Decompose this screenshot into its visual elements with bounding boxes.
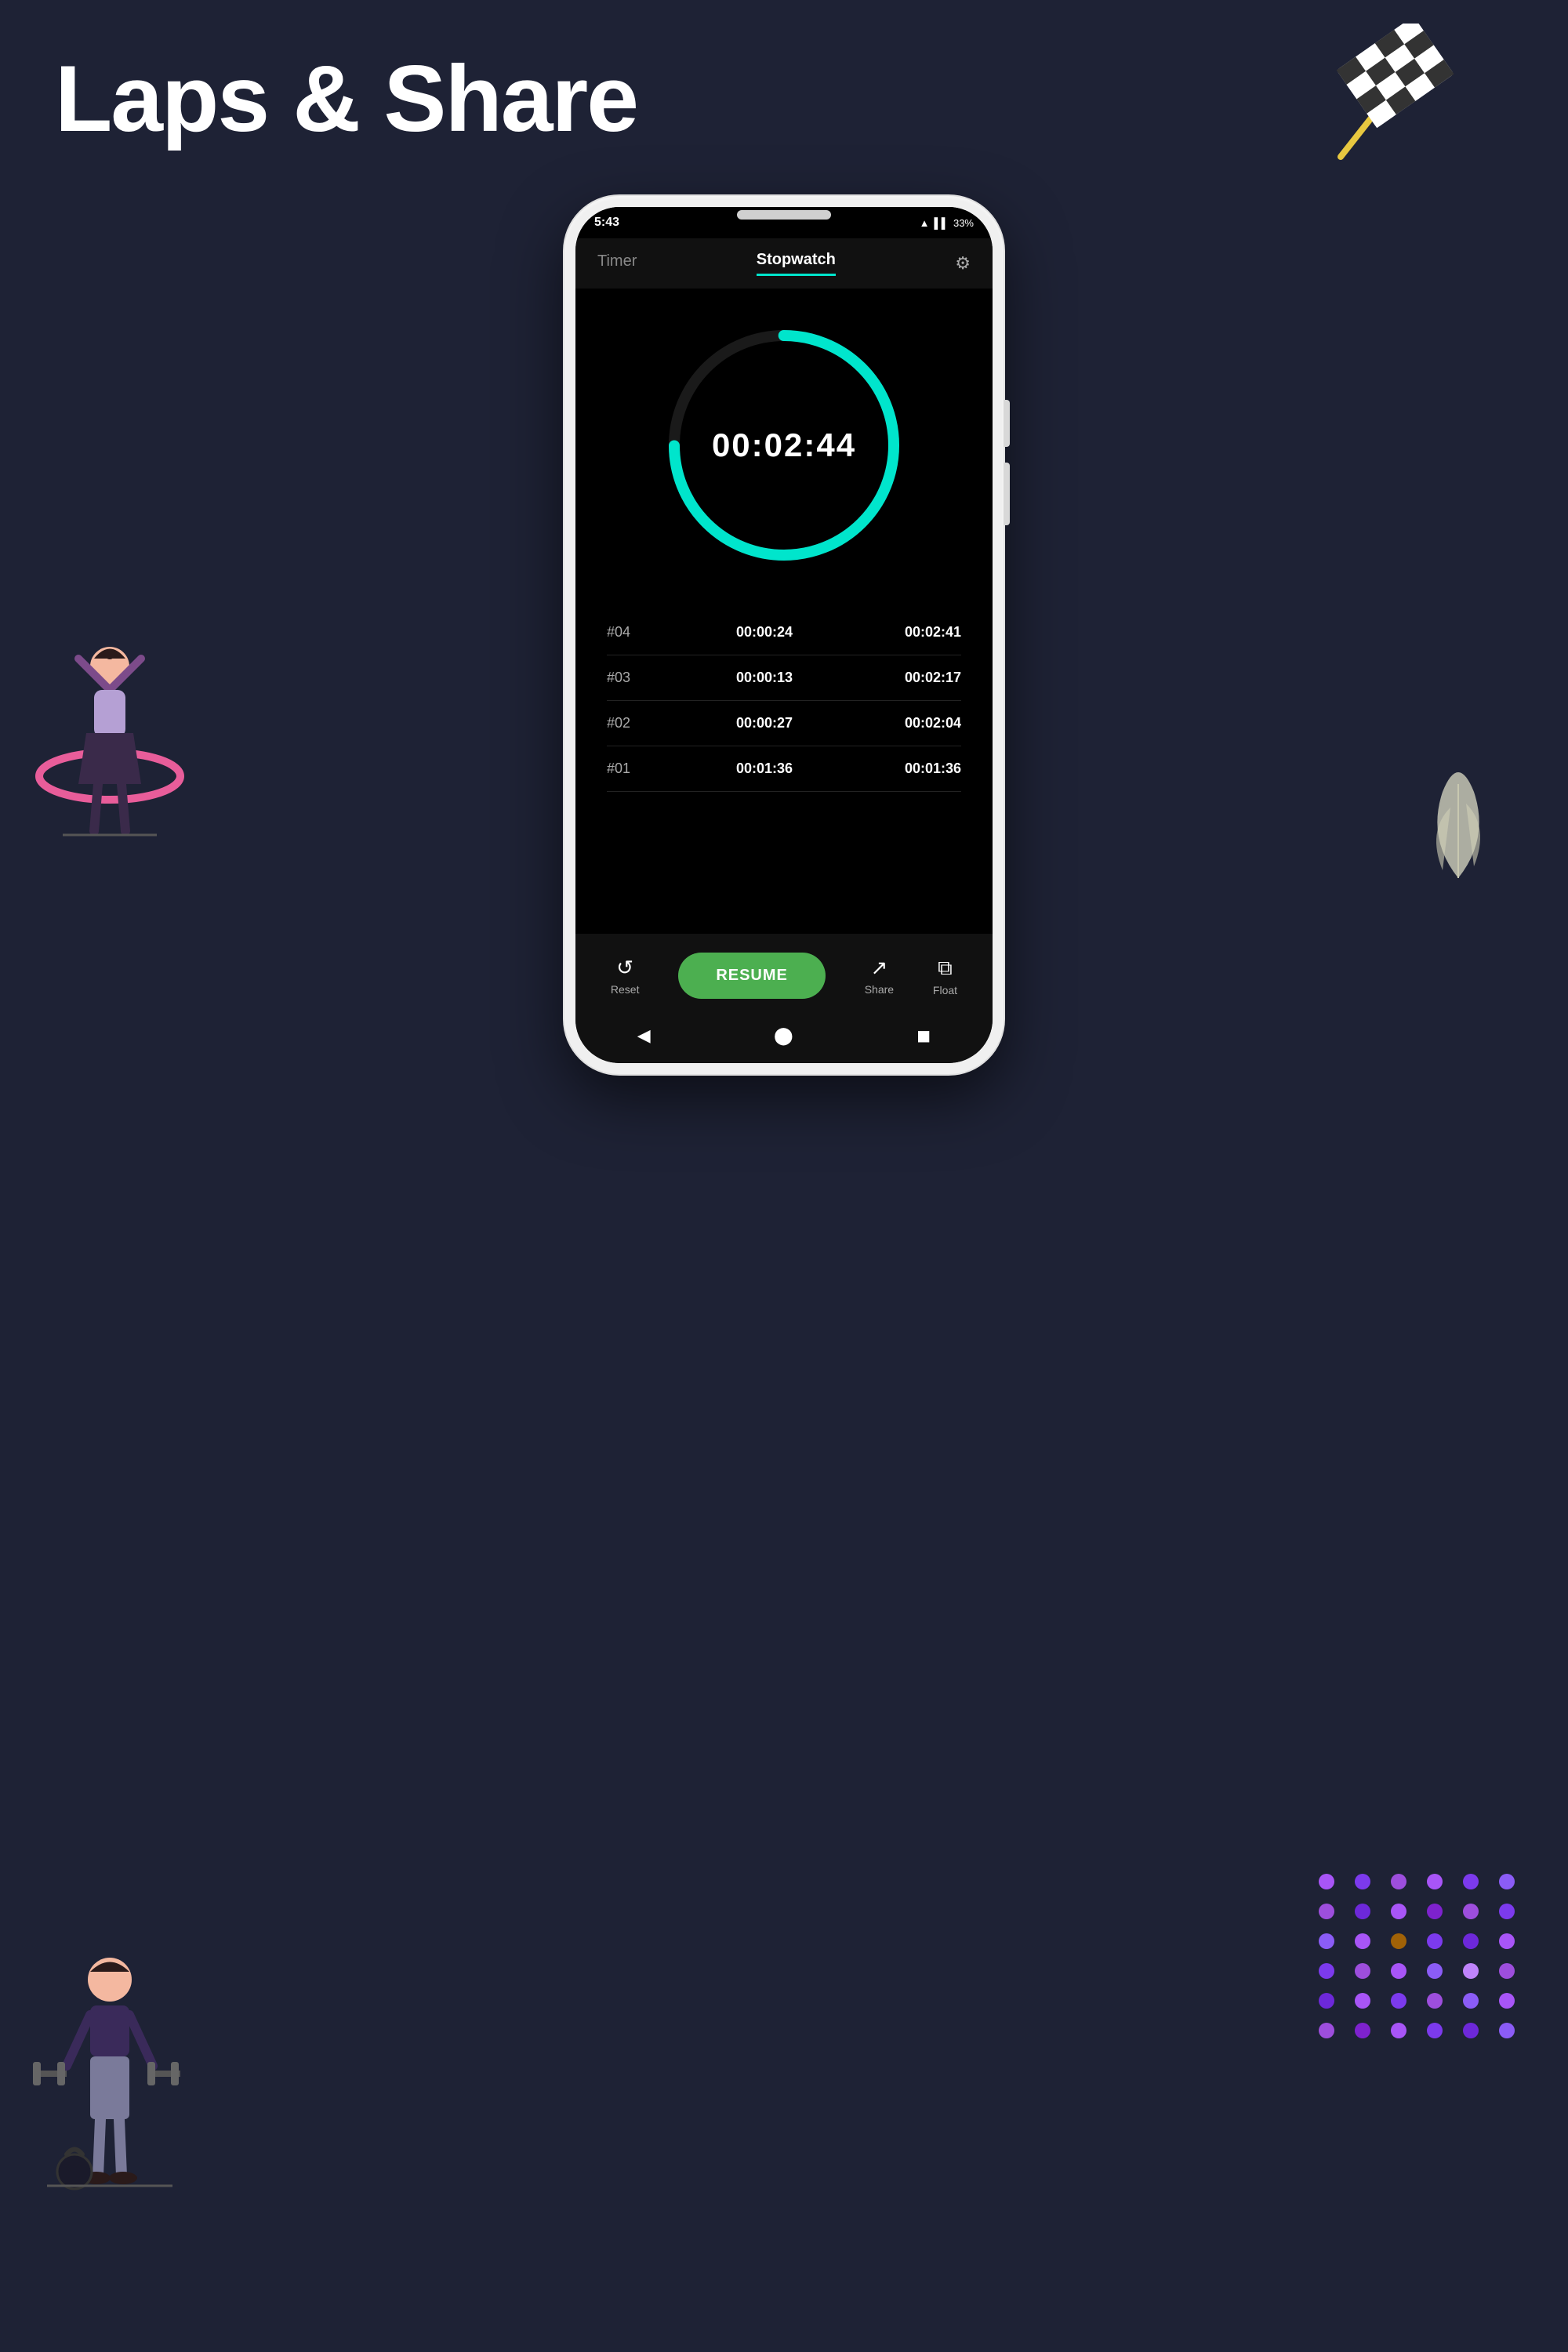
share-button[interactable]: ↗ Share — [865, 956, 894, 996]
fitness-figure — [31, 1944, 188, 2195]
phone-container: 5:43 ▲ ▌▌ 33% Timer Stopwatch ⚙ — [564, 196, 1004, 2078]
recents-button[interactable]: ◼ — [916, 1025, 931, 1046]
lap-total-4: 00:02:41 — [883, 624, 961, 641]
wifi-icon: ▲ — [920, 217, 930, 229]
tab-stopwatch[interactable]: Stopwatch — [757, 251, 836, 276]
status-icons: ▲ ▌▌ 33% — [920, 217, 974, 229]
signal-icon: ▌▌ — [935, 217, 949, 229]
reset-button[interactable]: ↺ Reset — [611, 956, 640, 996]
reset-label: Reset — [611, 983, 640, 996]
resume-button[interactable]: RESUME — [678, 953, 826, 999]
dot-grid — [1319, 1874, 1521, 2038]
lap-row: #01 00:01:36 00:01:36 — [607, 746, 961, 792]
tab-timer[interactable]: Timer — [597, 252, 637, 275]
laps-section: #04 00:00:24 00:02:41 #03 00:00:13 00:02… — [575, 586, 993, 792]
phone-device: 5:43 ▲ ▌▌ 33% Timer Stopwatch ⚙ — [564, 196, 1004, 1074]
lap-total-2: 00:02:04 — [883, 715, 961, 731]
share-icon: ↗ — [871, 956, 888, 980]
stopwatch-display: 00:02:44 — [712, 426, 856, 464]
phone-power-btn — [1004, 463, 1010, 525]
settings-icon[interactable]: ⚙ — [955, 253, 971, 274]
battery-text: 33% — [953, 217, 974, 229]
lap-number-1: #01 — [607, 760, 646, 777]
status-time: 5:43 — [594, 216, 619, 230]
stopwatch-circle[interactable]: 00:02:44 — [659, 320, 909, 571]
float-icon: ⧉ — [938, 956, 953, 981]
lap-row: #03 00:00:13 00:02:17 — [607, 655, 961, 701]
lap-number-2: #02 — [607, 715, 646, 731]
page-title: Laps & Share — [55, 47, 637, 151]
lap-number-3: #03 — [607, 670, 646, 686]
lap-time-4: 00:00:24 — [646, 624, 883, 641]
float-label: Float — [933, 984, 957, 996]
nav-bar: ◀ ⬤ ◼ — [575, 1008, 993, 1063]
phone-speaker — [737, 210, 831, 220]
lap-total-3: 00:02:17 — [883, 670, 961, 686]
lap-number-4: #04 — [607, 624, 646, 641]
flag-icon — [1317, 24, 1474, 180]
share-label: Share — [865, 983, 894, 996]
bottom-controls: ↺ Reset RESUME ↗ Share ⧉ Float — [575, 934, 993, 1008]
reset-icon: ↺ — [616, 956, 633, 980]
lap-row: #04 00:00:24 00:02:41 — [607, 610, 961, 655]
back-button[interactable]: ◀ — [637, 1025, 651, 1046]
lap-time-3: 00:00:13 — [646, 670, 883, 686]
lap-time-2: 00:00:27 — [646, 715, 883, 731]
phone-volume-up — [1004, 400, 1010, 447]
main-content: 00:02:44 #04 00:00:24 00:02:41 #03 00:00… — [575, 289, 993, 934]
home-button[interactable]: ⬤ — [774, 1025, 793, 1046]
float-button[interactable]: ⧉ Float — [933, 956, 957, 996]
tab-bar: Timer Stopwatch ⚙ — [575, 238, 993, 289]
leaf-decoration — [1411, 745, 1505, 886]
phone-screen: 5:43 ▲ ▌▌ 33% Timer Stopwatch ⚙ — [575, 207, 993, 1063]
lap-total-1: 00:01:36 — [883, 760, 961, 777]
lap-row: #02 00:00:27 00:02:04 — [607, 701, 961, 746]
lap-time-1: 00:01:36 — [646, 760, 883, 777]
hula-figure — [31, 627, 188, 847]
